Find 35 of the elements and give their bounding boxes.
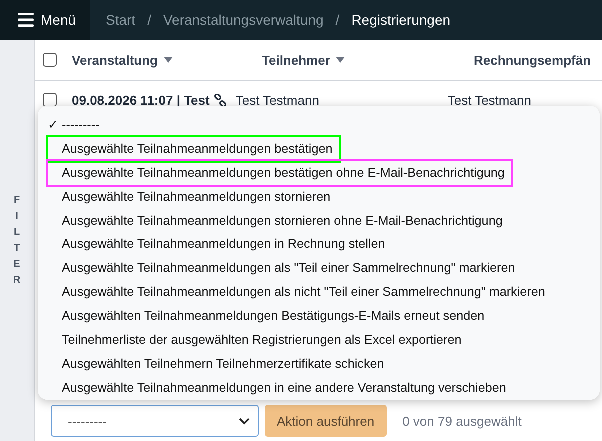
menu-button[interactable]: Menü (0, 0, 90, 40)
action-select[interactable]: --------- (51, 405, 259, 437)
column-header[interactable]: Teilnehmer (262, 52, 474, 68)
breadcrumb-separator: / (336, 12, 340, 28)
menu-option[interactable]: Ausgewählten Teilnehmern Teilnehmerzertifikate schicken (48, 352, 390, 376)
link-icon[interactable] (214, 94, 227, 106)
chevron-icon (239, 418, 250, 424)
selection-count: 0 von 79 ausgewählt (402, 414, 522, 428)
menu-option[interactable]: Ausgewählte Teilnahmeanmeldungen stornieren ohne E-Mail-Benachrichtigung (48, 208, 509, 232)
caret-icon (336, 57, 346, 63)
breadcrumb-link[interactable]: Start (106, 12, 136, 28)
table-cell: 09.08.2026 11:07 | Test (72, 92, 210, 108)
menu-option[interactable]: ✓ --------- (48, 113, 106, 137)
column-header[interactable]: Rechnungsempfän (474, 52, 594, 68)
breadcrumb-separator: / (148, 12, 152, 28)
caret-icon (164, 57, 173, 63)
filter-label: FILTER (13, 194, 21, 288)
menu-icon (18, 13, 34, 27)
run-action-button[interactable]: Aktion ausführen (265, 405, 387, 437)
checkbox[interactable] (43, 53, 57, 67)
column-header[interactable]: Veranstaltung (72, 52, 262, 68)
menu-option[interactable]: Ausgewählte Teilnahmeanmeldungen als nicht "Teil einer Sammelrechnung" markieren (48, 280, 552, 304)
menu-option[interactable]: Ausgewählten Teilnahmeanmeldungen Bestätigungs-E-Mails erneut senden (48, 304, 491, 328)
menu-option[interactable]: Ausgewählte Teilnahmeanmeldungen in Rechnung stellen (48, 232, 392, 256)
table-cell-text: Test Testmann (236, 92, 320, 108)
menu-option[interactable]: Ausgewählte Teilnahmeanmeldungen stornieren (48, 184, 337, 209)
breadcrumb-link[interactable]: Registrierungen (352, 12, 451, 28)
breadcrumb-link[interactable]: Veranstaltungsverwaltung (163, 12, 324, 28)
menu-option[interactable]: Ausgewählte Teilnahmeanmeldungen bestätigen ohne E-Mail-Benachrichtigung (48, 160, 511, 185)
menu-option[interactable]: Ausgewählte Teilnahmeanmeldungen in eine andere Veranstaltung verschieben (48, 376, 512, 400)
menu-option[interactable]: Teilnehmerliste der ausgewählten Registrierungen als Excel exportieren (48, 328, 468, 352)
menu-option[interactable]: Ausgewählte Teilnahmeanmeldungen als "Teil einer Sammelrechnung" markieren (48, 256, 522, 280)
filter-panel[interactable]: FILTER (0, 40, 35, 441)
menu-option[interactable]: Ausgewählte Teilnahmeanmeldungen bestätigen (48, 136, 339, 161)
table-cell-text: Test Testmann (448, 92, 532, 108)
